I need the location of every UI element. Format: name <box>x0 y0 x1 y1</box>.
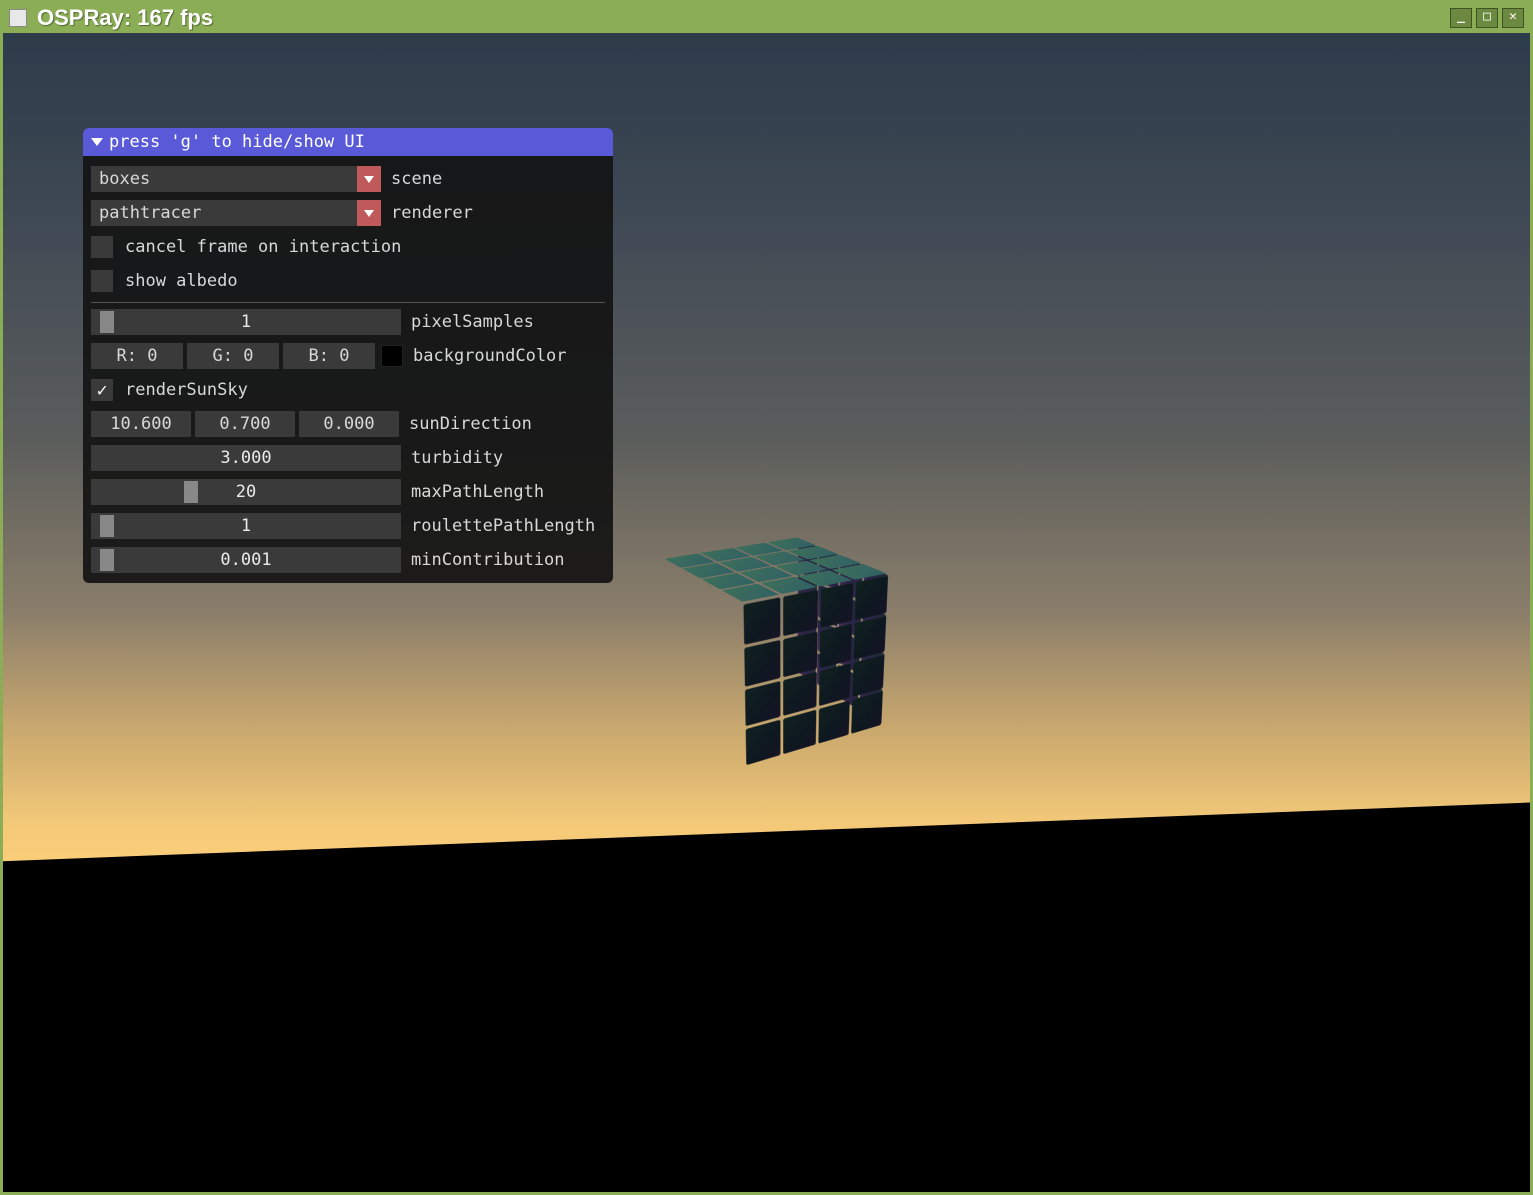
render-sunsky-label: renderSunSky <box>125 380 248 400</box>
cancel-frame-checkbox[interactable] <box>91 236 113 258</box>
renderer-value: pathtracer <box>99 203 201 223</box>
roulette-slider[interactable]: 1 <box>91 513 401 539</box>
show-albedo-label: show albedo <box>125 271 238 291</box>
show-albedo-checkbox[interactable] <box>91 270 113 292</box>
sundir-x-input[interactable]: 10.600 <box>91 411 191 437</box>
scene-combo[interactable]: boxes <box>91 166 381 192</box>
panel-titlebar[interactable]: press 'g' to hide/show UI <box>83 128 613 156</box>
mincontrib-value: 0.001 <box>220 550 271 570</box>
scene-value: boxes <box>99 169 150 189</box>
app-icon <box>9 9 27 27</box>
turbidity-slider[interactable]: 3.000 <box>91 445 401 471</box>
ground-plane <box>3 800 1530 1192</box>
slider-grab[interactable] <box>100 549 114 571</box>
bgcolor-swatch[interactable] <box>381 345 403 367</box>
mincontrib-slider[interactable]: 0.001 <box>91 547 401 573</box>
slider-grab[interactable] <box>184 481 198 503</box>
turbidity-value: 3.000 <box>220 448 271 468</box>
bgcolor-b-input[interactable]: B: 0 <box>283 343 375 369</box>
scene-label: scene <box>391 169 442 189</box>
window-titlebar[interactable]: OSPRay: 167 fps _ □ ✕ <box>3 3 1530 33</box>
pixel-samples-slider[interactable]: 1 <box>91 309 401 335</box>
close-button[interactable]: ✕ <box>1502 8 1524 28</box>
sundir-y-input[interactable]: 0.700 <box>195 411 295 437</box>
separator <box>91 302 605 303</box>
maxpath-slider[interactable]: 20 <box>91 479 401 505</box>
renderer-combo[interactable]: pathtracer <box>91 200 381 226</box>
maxpath-label: maxPathLength <box>411 482 544 502</box>
bgcolor-label: backgroundColor <box>413 346 567 366</box>
slider-grab[interactable] <box>100 515 114 537</box>
boxes-scene <box>693 563 873 743</box>
roulette-value: 1 <box>241 516 251 536</box>
pixel-samples-label: pixelSamples <box>411 312 534 332</box>
sundir-z-input[interactable]: 0.000 <box>299 411 399 437</box>
app-window: OSPRay: 167 fps _ □ ✕ <box>0 0 1533 1195</box>
cancel-frame-label: cancel frame on interaction <box>125 237 401 257</box>
chevron-down-icon <box>364 176 374 183</box>
settings-panel[interactable]: press 'g' to hide/show UI boxes scene pa… <box>83 128 613 583</box>
minimize-button[interactable]: _ <box>1450 8 1472 28</box>
bgcolor-r-input[interactable]: R: 0 <box>91 343 183 369</box>
panel-title: press 'g' to hide/show UI <box>109 132 365 152</box>
renderer-combo-arrow[interactable] <box>357 200 381 226</box>
slider-grab[interactable] <box>100 311 114 333</box>
roulette-label: roulettePathLength <box>411 516 595 536</box>
scene-combo-arrow[interactable] <box>357 166 381 192</box>
cube-face-front <box>741 574 889 768</box>
collapse-icon[interactable] <box>91 138 103 146</box>
render-viewport[interactable]: press 'g' to hide/show UI boxes scene pa… <box>3 33 1530 1192</box>
renderer-label: renderer <box>391 203 473 223</box>
turbidity-label: turbidity <box>411 448 503 468</box>
render-sunsky-checkbox[interactable] <box>91 379 113 401</box>
maximize-button[interactable]: □ <box>1476 8 1498 28</box>
mincontrib-label: minContribution <box>411 550 565 570</box>
chevron-down-icon <box>364 210 374 217</box>
window-title: OSPRay: 167 fps <box>37 5 1446 31</box>
pixel-samples-value: 1 <box>241 312 251 332</box>
sundir-label: sunDirection <box>409 414 532 434</box>
bgcolor-g-input[interactable]: G: 0 <box>187 343 279 369</box>
maxpath-value: 20 <box>236 482 256 502</box>
